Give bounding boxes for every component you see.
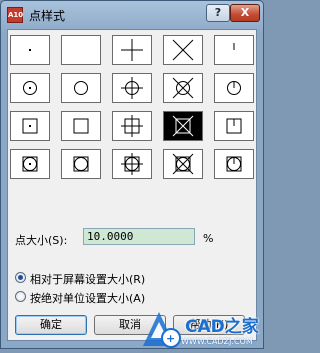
point-size-unit: % — [203, 232, 214, 245]
point-style-tick-icon — [226, 118, 242, 134]
radio-selected-indicator — [15, 272, 26, 283]
point-style-blank-icon — [73, 156, 89, 172]
point-style-blank-icon — [74, 81, 88, 95]
watermark-url: WWW.CADZJ.COM — [181, 337, 253, 346]
svg-text:+: + — [166, 332, 175, 345]
relative-size-radio[interactable]: 相对于屏幕设置大小(R) — [15, 270, 245, 286]
point-style-blank-circle[interactable] — [61, 73, 101, 103]
point-style-tick-square[interactable] — [214, 111, 254, 141]
point-style-dot-icon — [22, 156, 38, 172]
point-style-x-icon — [172, 153, 194, 175]
absolute-size-label: 按绝对单位设置大小(A) — [30, 292, 146, 305]
radio-unselected-indicator — [15, 291, 26, 302]
point-style-dot-icon — [23, 81, 37, 95]
point-style-grid — [10, 35, 256, 193]
title-bar[interactable]: A10 点样式 ? X — [1, 1, 263, 29]
cadzj-watermark: + CAD之家 WWW.CADZJ.COM — [141, 308, 265, 350]
point-style-blank-icon — [62, 36, 100, 64]
point-style-x-square[interactable] — [163, 111, 203, 141]
point-style-tick-none[interactable] — [214, 35, 254, 65]
point-style-tick-circle[interactable] — [214, 73, 254, 103]
point-style-plus-circle[interactable] — [112, 73, 152, 103]
point-style-dot-icon — [29, 49, 31, 51]
point-style-x-icon — [172, 39, 194, 61]
point-style-x-circle[interactable] — [163, 73, 203, 103]
point-style-dot-icon — [22, 118, 38, 134]
relative-size-label: 相对于屏幕设置大小(R) — [30, 273, 146, 286]
dialog-client-area: 点大小(S): 10.0000 % 相对于屏幕设置大小(R) 按绝对单位设置大小… — [7, 29, 257, 341]
point-style-tick-circle-square[interactable] — [214, 149, 254, 179]
autocad-app-icon: A10 — [7, 7, 23, 23]
point-style-blank-none[interactable] — [61, 35, 101, 65]
point-style-plus-icon — [121, 115, 143, 137]
point-style-tick-icon — [233, 43, 235, 50]
point-style-x-icon — [172, 77, 194, 99]
point-style-x-circle-square[interactable] — [163, 149, 203, 179]
point-size-label: 点大小(S): — [15, 234, 68, 247]
point-style-dot-none[interactable] — [10, 35, 50, 65]
absolute-size-radio[interactable]: 按绝对单位设置大小(A) — [15, 289, 245, 305]
point-style-tick-icon — [227, 81, 241, 95]
point-style-plus-square[interactable] — [112, 111, 152, 141]
point-style-dot-square[interactable] — [10, 111, 50, 141]
point-style-dot-circle[interactable] — [10, 73, 50, 103]
point-style-x-none[interactable] — [163, 35, 203, 65]
point-style-plus-circle-square[interactable] — [112, 149, 152, 179]
close-button[interactable]: X — [230, 4, 260, 22]
point-style-blank-circle-square[interactable] — [61, 149, 101, 179]
point-style-tick-icon — [226, 156, 242, 172]
point-size-input[interactable]: 10.0000 — [83, 228, 195, 245]
point-style-plus-icon — [121, 77, 143, 99]
watermark-text: CAD之家 — [185, 317, 259, 337]
point-style-blank-icon — [73, 118, 89, 134]
point-style-dot-circle-square[interactable] — [10, 149, 50, 179]
point-style-blank-square[interactable] — [61, 111, 101, 141]
point-style-dialog: A10 点样式 ? X 点大小(S): 10.0000 % 相对于屏幕设置大小(… — [0, 0, 264, 349]
help-title-button[interactable]: ? — [206, 4, 230, 22]
point-style-plus-none[interactable] — [112, 35, 152, 65]
dialog-title: 点样式 — [29, 9, 66, 23]
point-style-plus-icon — [121, 153, 143, 175]
ok-button[interactable]: 确定 — [15, 315, 87, 335]
point-style-x-icon — [172, 115, 194, 137]
point-style-plus-icon — [121, 39, 143, 61]
